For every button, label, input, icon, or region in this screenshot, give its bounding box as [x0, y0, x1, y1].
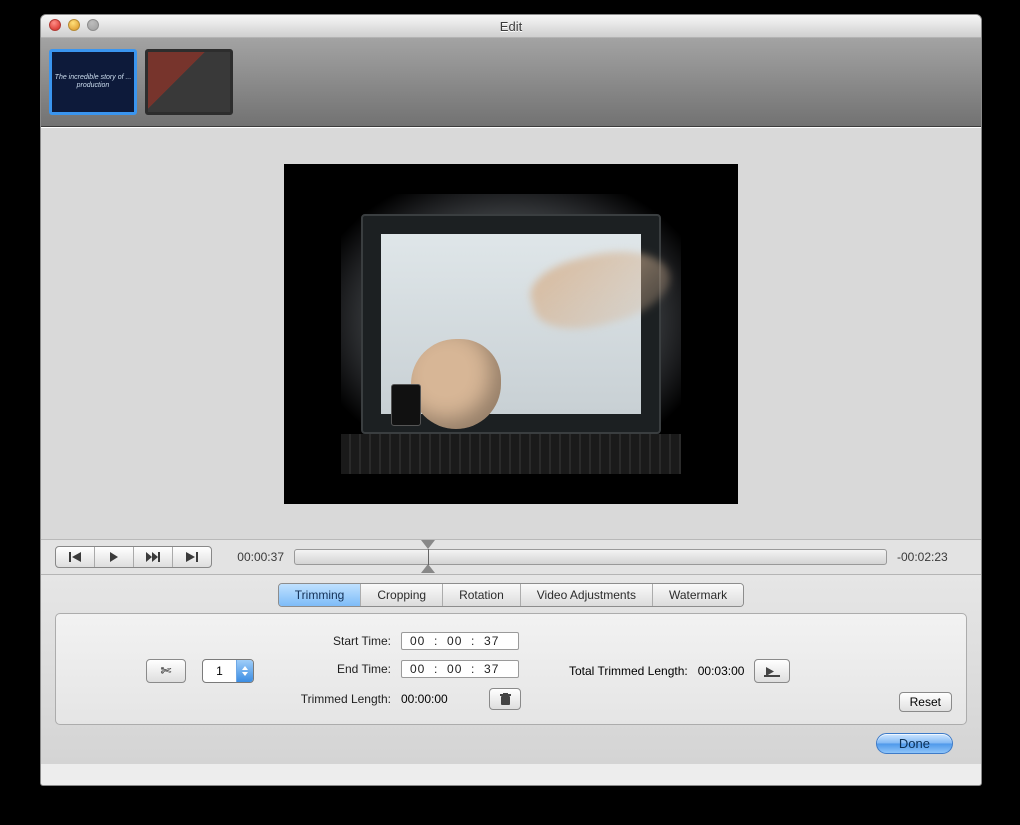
edit-window: Edit The incredible story of ... product… — [40, 14, 982, 786]
delete-segment-button[interactable] — [489, 688, 521, 710]
play-trimmed-button[interactable] — [754, 659, 790, 683]
edit-options-panel: Trimming Cropping Rotation Video Adjustm… — [41, 574, 981, 764]
done-button[interactable]: Done — [876, 733, 953, 754]
current-time-label: 00:00:37 — [222, 550, 284, 564]
play-icon — [109, 552, 119, 562]
clip-thumbnail-1[interactable]: The incredible story of ... production — [49, 49, 137, 115]
remaining-time-label: -00:02:23 — [897, 550, 967, 564]
end-time-label: End Time: — [286, 662, 391, 676]
timeline-slider[interactable] — [294, 549, 887, 565]
trimmed-length-label: Trimmed Length: — [286, 692, 391, 706]
video-frame — [341, 194, 681, 474]
tab-video-adjustments[interactable]: Video Adjustments — [521, 584, 653, 606]
fast-forward-button[interactable] — [134, 547, 173, 567]
window-title: Edit — [500, 19, 522, 34]
zoom-window-button — [87, 19, 99, 31]
thumbnail-caption: The incredible story of ... production — [52, 74, 134, 89]
total-trimmed-label: Total Trimmed Length: — [569, 664, 688, 678]
trash-icon — [500, 693, 511, 705]
minimize-window-button[interactable] — [68, 19, 80, 31]
prev-icon — [69, 552, 81, 562]
titlebar: Edit — [41, 15, 981, 38]
tab-watermark[interactable]: Watermark — [653, 584, 743, 606]
playback-controls: 00:00:37 -00:02:23 — [41, 539, 981, 574]
next-button[interactable] — [173, 547, 211, 567]
fast-forward-icon — [146, 552, 160, 562]
cut-button[interactable]: ✄ — [146, 659, 186, 683]
clip-thumbnail-2[interactable] — [145, 49, 233, 115]
reset-button[interactable]: Reset — [899, 692, 952, 712]
tab-cropping[interactable]: Cropping — [361, 584, 443, 606]
close-window-button[interactable] — [49, 19, 61, 31]
trimming-panel: ✄ 1 Start Time: End Time: — [55, 613, 967, 725]
play-trimmed-icon — [764, 666, 780, 677]
segment-stepper[interactable]: 1 — [202, 659, 254, 683]
tab-trimming[interactable]: Trimming — [279, 584, 362, 606]
edit-tabs: Trimming Cropping Rotation Video Adjustm… — [55, 583, 967, 607]
trimmed-length-value: 00:00:00 — [401, 692, 479, 706]
video-preview-area — [41, 127, 981, 539]
stepper-arrows-icon[interactable] — [236, 660, 253, 682]
end-time-field[interactable] — [401, 660, 519, 678]
next-icon — [186, 552, 198, 562]
play-button[interactable] — [95, 547, 134, 567]
total-trimmed-value: 00:03:00 — [698, 664, 745, 678]
start-time-label: Start Time: — [286, 634, 391, 648]
thumbnail-strip: The incredible story of ... production — [41, 38, 981, 127]
video-letterbox — [284, 164, 738, 504]
start-time-field[interactable] — [401, 632, 519, 650]
playhead[interactable] — [422, 540, 434, 574]
previous-button[interactable] — [56, 547, 95, 567]
scissors-icon: ✄ — [161, 663, 172, 679]
segment-value: 1 — [203, 664, 236, 678]
tab-rotation[interactable]: Rotation — [443, 584, 521, 606]
